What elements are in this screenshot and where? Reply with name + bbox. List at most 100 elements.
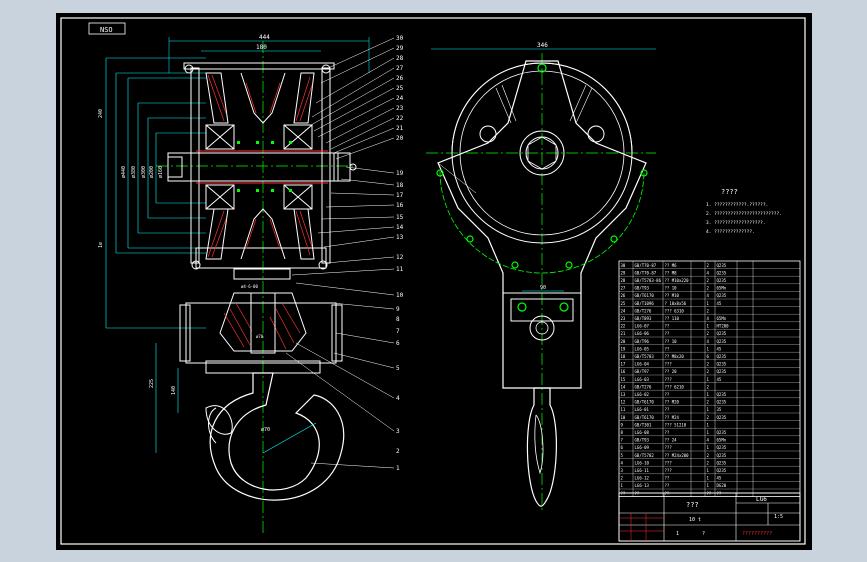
svg-text:ø70: ø70 [256, 334, 264, 339]
table-cell: ?? M10x220 [665, 278, 690, 283]
table-cell: 1 [707, 346, 710, 351]
table-cell: LG6-07 [635, 324, 650, 329]
notes-title: ???? [721, 188, 738, 196]
table-cell: GB/T893 [635, 316, 652, 321]
table-cell: LG6-09 [635, 445, 650, 450]
table-row: 3 LG6-11??? 1 Q235 [619, 466, 800, 473]
table-cell: LG6-13 [635, 483, 650, 488]
table-row: 4 LG6-10??? 2 Q235 [619, 458, 800, 465]
table-cell: GB/T1096 [635, 301, 655, 306]
part-number: 21 [396, 125, 404, 132]
title-box-label: NSO [100, 26, 113, 34]
part-number: 13 [396, 234, 404, 241]
part-number: 18 [396, 182, 404, 189]
dim-stack-2: ø300 [141, 166, 147, 178]
table-cell: Q235 [717, 293, 727, 298]
table-cell: GB/T97 [635, 369, 650, 374]
table-cell: 29 [621, 270, 626, 275]
table-cell: ?? [665, 392, 670, 397]
table-cell: 2 [707, 263, 710, 268]
drawing-border [60, 17, 806, 545]
table-row: 5 GB/T5782 ?? M24x200 2 Q235 [619, 450, 800, 458]
table-row: 13 LG6-02?? 1 Q235 [619, 390, 800, 397]
table-cell: 1 [621, 483, 624, 488]
part-number: 9 [396, 306, 400, 313]
table-cell: GB/T6170 [635, 400, 655, 405]
part-number: 8 [396, 316, 400, 323]
part-number: 29 [396, 45, 404, 52]
table-cell: 4 [707, 270, 710, 275]
dim-bolt-gap: 90 [540, 285, 546, 291]
scale-value: 1:5 [774, 514, 783, 520]
table-cell: LG6-03 [635, 377, 650, 382]
table-cell: 45 [717, 476, 722, 481]
left-section-view: 444 180 240 1e ø440 ø380 ø300 ø200 ø160 … [98, 34, 370, 533]
table-cell: 1 [707, 430, 710, 435]
table-cell: ?? 24 [665, 438, 678, 443]
part-number: 16 [396, 202, 404, 209]
table-row: 19 LG6-05?? 1 45 [619, 344, 800, 351]
table-cell: 65Mn [717, 316, 727, 321]
table-cell: ?? M8x20 [665, 354, 685, 359]
table-cell: 5 [621, 453, 624, 458]
part-number: 4 [396, 395, 400, 402]
note-line: 2. ????????????????????????. [706, 211, 782, 217]
table-cell: Q235 [717, 468, 727, 473]
table-cell: Q235 [717, 339, 727, 344]
table-row: 18 GB/T5783 ?? M8x20 6 Q235 [619, 352, 800, 359]
part-number: 23 [396, 105, 404, 112]
table-cell: GB/T93 [635, 438, 650, 443]
table-cell: 2 [707, 453, 710, 458]
table-cell: 2 [707, 362, 710, 367]
table-row: 20 GB/T96 ?? 10 4 Q235 [619, 336, 800, 344]
table-cell: 2 [621, 476, 624, 481]
dim-hook-b: 140 [171, 386, 177, 395]
table-cell: 45 [717, 346, 722, 351]
table-cell: ?? [665, 346, 670, 351]
table-cell: 4 [707, 316, 710, 321]
table-cell: 1 [707, 483, 710, 488]
table-cell: ?? [665, 430, 670, 435]
part-number: 30 [396, 35, 404, 42]
table-cell: 26 [621, 293, 626, 298]
dim-top-inner: 180 [256, 44, 267, 51]
table-cell: ?? 110 [665, 316, 680, 321]
table-cell: 1 [707, 422, 710, 427]
dim-left-total: 1e [98, 242, 104, 248]
part-number: 19 [396, 170, 404, 177]
table-cell: 7 [621, 438, 624, 443]
table-cell: LG6-01 [635, 407, 650, 412]
table-row: 25 GB/T1096 ? 10x8x56 1 45 [619, 298, 800, 306]
table-cell: ?? M8 [665, 270, 678, 275]
table-cell: Q235 [717, 263, 727, 268]
table-cell: 27 [621, 286, 626, 291]
table-cell: 20 [621, 339, 626, 344]
table-cell: 45 [717, 301, 722, 306]
table-row: 14 GB/T276 ??? 6210 2 [619, 382, 800, 389]
note-line: 1. ????????????.??????. [706, 202, 768, 208]
dim-left-height: 240 [98, 109, 104, 118]
table-row: 2 LG6-12?? 1 45 [619, 473, 800, 481]
part-leaders: 30 29 28 27 26 25 24 23 22 21 20 19 18 1… [285, 35, 404, 472]
table-cell: 24 [621, 308, 626, 313]
table-cell: GB/T96 [635, 339, 650, 344]
hook-outline [209, 372, 345, 501]
table-cell: 1 [707, 377, 710, 382]
table-cell: Q235 [717, 430, 727, 435]
table-cell: 11 [621, 407, 626, 412]
part-number: 24 [396, 95, 404, 102]
cad-drawing-canvas: NSO 4 4 4 180 240 1e ø440 ø380 ø300 ø200 ø… [56, 13, 812, 550]
table-cell: GB/T276 [635, 384, 652, 389]
table-cell: 13 [621, 392, 626, 397]
table-cell: ?? [665, 476, 670, 481]
table-cell: LG6-12 [635, 476, 650, 481]
drawing-name: ??? [686, 501, 699, 509]
table-cell: ?? M20 [665, 400, 680, 405]
table-cell: 2 [707, 286, 710, 291]
table-cell: 65Mn [717, 438, 727, 443]
table-cell: ??? [665, 445, 673, 450]
page-number: ? [702, 531, 705, 537]
table-cell: Q235 [717, 362, 727, 367]
part-number: 25 [396, 85, 404, 92]
table-cell: 2 [707, 400, 710, 405]
